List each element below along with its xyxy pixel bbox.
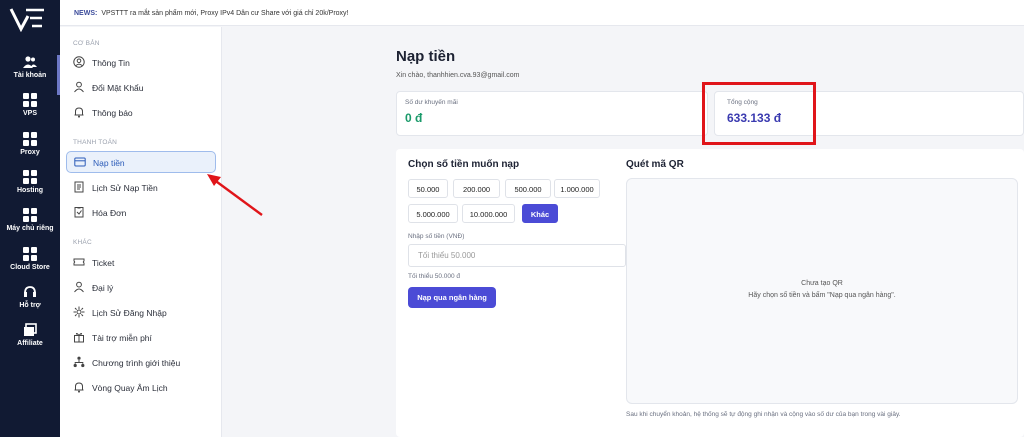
sidebar-item-label: Vòng Quay Âm Lịch bbox=[92, 383, 168, 393]
qr-footer-note: Sau khi chuyển khoản, hệ thống sẽ tự độn… bbox=[626, 411, 901, 418]
grid-icon bbox=[23, 247, 37, 261]
rail-label: VPS bbox=[22, 110, 37, 117]
page-title: Nạp tiền bbox=[396, 48, 456, 65]
highlight-box bbox=[702, 82, 816, 145]
amount-option[interactable]: 500.000 bbox=[505, 179, 551, 198]
referral-icon bbox=[73, 356, 85, 368]
main-rail: Tài khoản VPS Proxy Hosting Máy chủ riên… bbox=[0, 0, 60, 437]
ticket-icon bbox=[73, 258, 85, 266]
promo-balance-caption: Số dư khuyến mãi bbox=[405, 99, 458, 106]
gift-icon bbox=[74, 332, 84, 343]
rail-label: Hỗ trợ bbox=[19, 302, 41, 309]
rail-label: Tài khoản bbox=[13, 72, 47, 79]
qr-heading: Quét mã QR bbox=[626, 159, 684, 170]
rail-label: Affiliate bbox=[17, 340, 43, 347]
sidebar-item-referral[interactable]: Chương trình giới thiệu bbox=[66, 352, 216, 374]
account-sidebar: CƠ BẢN Thông Tin Đổi Mật Khẩu Thông báo … bbox=[60, 27, 222, 437]
sidebar-item-profile[interactable]: Thông Tin bbox=[66, 52, 216, 74]
section-payment: THANH TOÁN bbox=[73, 139, 118, 146]
news-label: NEWS: bbox=[74, 10, 98, 17]
sidebar-item-topup[interactable]: Nạp tiền bbox=[66, 151, 216, 173]
invoice-icon bbox=[74, 207, 84, 218]
grid-icon bbox=[23, 208, 37, 222]
min-amount-note: Tối thiểu 50.000 đ bbox=[408, 273, 461, 280]
sidebar-item-label: Chương trình giới thiệu bbox=[92, 358, 181, 368]
main-content: Nạp tiền Xin chào, thanhhien.cva.93@gmai… bbox=[223, 27, 1024, 437]
sidebar-item-label: Lịch Sử Nạp Tiền bbox=[92, 183, 158, 193]
sidebar-item-label: Thông báo bbox=[92, 108, 133, 118]
sidebar-item-label: Tài trợ miễn phí bbox=[92, 333, 152, 343]
sidebar-item-label: Hóa Đơn bbox=[92, 208, 127, 218]
sidebar-item-label: Nạp tiền bbox=[93, 158, 125, 168]
sidebar-item-topup-history[interactable]: Lịch Sử Nạp Tiền bbox=[66, 177, 216, 199]
amount-option[interactable]: 50.000 bbox=[408, 179, 448, 198]
rail-item-vps[interactable]: VPS bbox=[0, 93, 60, 133]
brand-logo[interactable] bbox=[8, 6, 48, 32]
sidebar-item-label: Ticket bbox=[92, 258, 115, 268]
amount-option[interactable]: 5.000.000 bbox=[408, 204, 458, 223]
rail-item-proxy[interactable]: Proxy bbox=[0, 132, 60, 172]
card-icon bbox=[74, 157, 86, 167]
section-other: KHÁC bbox=[73, 239, 92, 246]
wheel-icon bbox=[74, 382, 84, 393]
agent-icon bbox=[74, 281, 84, 293]
amount-option[interactable]: 10.000.000 bbox=[462, 204, 515, 223]
sidebar-item-free-sponsor[interactable]: Tài trợ miễn phí bbox=[66, 327, 216, 349]
user-icon bbox=[73, 56, 85, 68]
amount-option[interactable]: 200.000 bbox=[453, 179, 500, 198]
bell-icon bbox=[74, 107, 84, 118]
sidebar-item-ticket[interactable]: Ticket bbox=[66, 252, 216, 274]
rail-item-account[interactable]: Tài khoản bbox=[0, 55, 60, 95]
sidebar-item-label: Thông Tin bbox=[92, 58, 130, 68]
rail-item-support[interactable]: Hỗ trợ bbox=[0, 285, 60, 325]
grid-icon bbox=[23, 170, 37, 184]
sidebar-item-agent[interactable]: Đại lý bbox=[66, 277, 216, 299]
window-icon bbox=[24, 323, 37, 336]
history-icon bbox=[74, 181, 84, 193]
rail-item-affiliate[interactable]: Affiliate bbox=[0, 323, 60, 363]
rail-label: Máy chủ riêng bbox=[6, 225, 54, 232]
qr-area: Chưa tạo QR Hãy chọn số tiền và bấm "Nạp… bbox=[626, 178, 1018, 404]
sidebar-item-notifications[interactable]: Thông báo bbox=[66, 102, 216, 124]
sidebar-item-label: Đổi Mật Khẩu bbox=[92, 83, 144, 93]
topup-panel: Chọn số tiền muốn nạp Quét mã QR 50.000 … bbox=[396, 149, 1024, 437]
sidebar-item-login-history[interactable]: Lịch Sử Đăng Nhập bbox=[66, 302, 216, 324]
qr-empty-hint: Hãy chọn số tiền và bấm "Nạp qua ngân hà… bbox=[748, 292, 896, 299]
news-text[interactable]: VPSTTT ra mắt sản phẩm mới, Proxy IPv4 D… bbox=[101, 10, 348, 17]
grid-icon bbox=[23, 132, 37, 146]
rail-item-cloud-store[interactable]: Cloud Store bbox=[0, 247, 60, 287]
amount-option[interactable]: 1.000.000 bbox=[554, 179, 600, 198]
rail-item-dedicated[interactable]: Máy chủ riêng bbox=[0, 208, 60, 248]
greeting-text: Xin chào, thanhhien.cva.93@gmail.com bbox=[396, 72, 520, 79]
promo-balance-value: 0 đ bbox=[405, 111, 423, 125]
sidebar-item-label: Đại lý bbox=[92, 283, 114, 293]
sidebar-item-lunar-wheel[interactable]: Vòng Quay Âm Lịch bbox=[66, 377, 216, 399]
promo-balance-card: Số dư khuyến mãi 0 đ bbox=[396, 91, 708, 136]
topup-heading: Chọn số tiền muốn nạp bbox=[408, 159, 520, 170]
sidebar-item-invoices[interactable]: Hóa Đơn bbox=[66, 202, 216, 224]
news-bar: NEWS: VPSTTT ra mắt sản phẩm mới, Proxy I… bbox=[60, 0, 1024, 26]
support-icon bbox=[24, 286, 36, 297]
rail-label: Proxy bbox=[20, 149, 40, 156]
bank-topup-button[interactable]: Nạp qua ngân hàng bbox=[408, 287, 496, 308]
lock-icon bbox=[74, 81, 84, 93]
login-history-icon bbox=[73, 306, 85, 318]
amount-input-label: Nhập số tiền (VNĐ) bbox=[408, 233, 465, 240]
rail-label: Cloud Store bbox=[10, 264, 50, 271]
sidebar-item-change-password[interactable]: Đổi Mật Khẩu bbox=[66, 77, 216, 99]
qr-empty-title: Chưa tạo QR bbox=[801, 280, 843, 287]
amount-input[interactable]: Tối thiểu 50.000 bbox=[408, 244, 626, 267]
users-icon bbox=[23, 56, 37, 68]
rail-item-hosting[interactable]: Hosting bbox=[0, 170, 60, 210]
rail-label: Hosting bbox=[16, 187, 44, 194]
section-basic: CƠ BẢN bbox=[73, 40, 100, 47]
amount-option-other[interactable]: Khác bbox=[522, 204, 558, 223]
sidebar-item-label: Lịch Sử Đăng Nhập bbox=[92, 308, 167, 318]
grid-icon bbox=[23, 93, 37, 107]
